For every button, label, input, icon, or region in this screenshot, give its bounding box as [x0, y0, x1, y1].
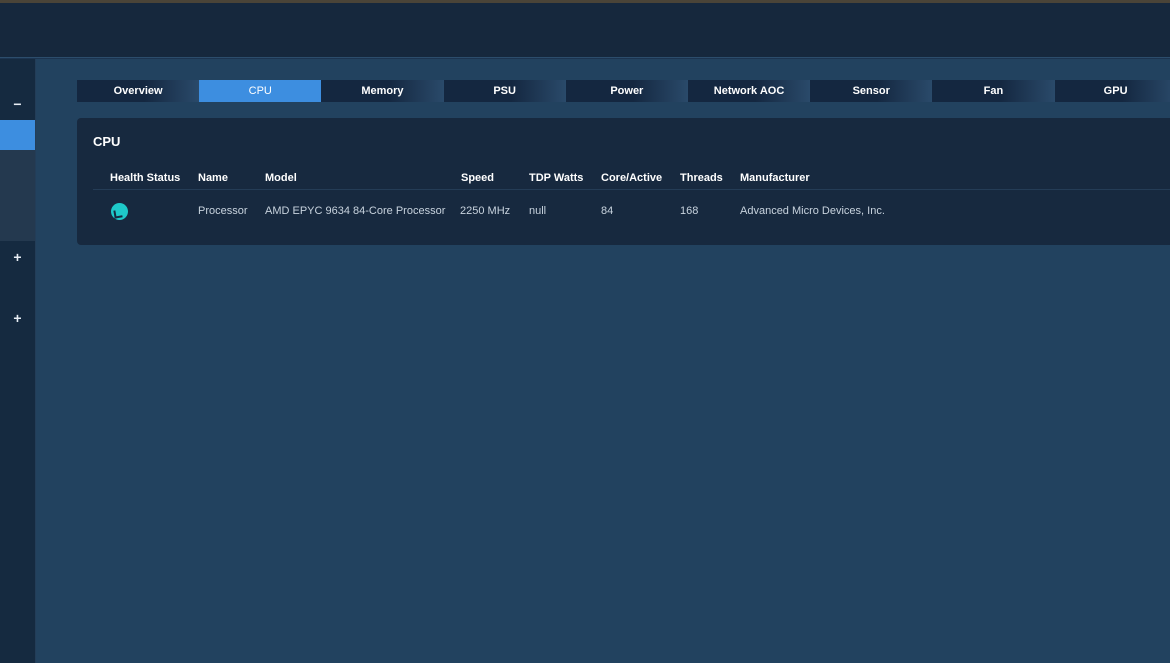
table-header: Health Status Name Model Speed TDP Watts…	[93, 170, 1170, 190]
column-header-tdp-watts[interactable]: TDP Watts	[529, 172, 583, 184]
column-header-health-status[interactable]: Health Status	[110, 172, 180, 184]
cell-core-active: 84	[601, 205, 614, 217]
tab-fan[interactable]: Fan	[932, 80, 1055, 102]
cell-name: Processor	[198, 205, 248, 217]
cell-model: AMD EPYC 9634 84-Core Processor	[265, 205, 446, 217]
sidebar-subpanel	[0, 150, 35, 241]
expand-icon[interactable]: +	[0, 242, 35, 272]
column-header-speed[interactable]: Speed	[461, 172, 494, 184]
column-header-manufacturer[interactable]: Manufacturer	[740, 172, 810, 184]
main-content: Overview CPU Memory PSU Power Network AO…	[36, 59, 1170, 663]
tab-cpu[interactable]: CPU	[199, 80, 322, 102]
column-header-threads[interactable]: Threads	[680, 172, 723, 184]
sidebar-item-active[interactable]	[0, 120, 35, 150]
expand-icon[interactable]: +	[0, 303, 35, 333]
tab-memory[interactable]: Memory	[321, 80, 444, 102]
cpu-card: CPU Health Status Name Model Speed TDP W…	[77, 118, 1170, 245]
tab-overview[interactable]: Overview	[77, 80, 200, 102]
cell-speed: 2250 MHz	[460, 205, 511, 217]
collapse-icon[interactable]: −	[0, 89, 35, 119]
tab-bar: Overview CPU Memory PSU Power Network AO…	[77, 80, 1170, 102]
cell-threads: 168	[680, 205, 699, 217]
health-ok-icon	[111, 203, 128, 220]
cell-tdp-watts: null	[529, 205, 547, 217]
table-row[interactable]: Processor AMD EPYC 9634 84-Core Processo…	[93, 202, 1170, 222]
top-header-bar	[0, 3, 1170, 58]
column-header-core-active[interactable]: Core/Active	[601, 172, 662, 184]
cell-manufacturer: Advanced Micro Devices, Inc.	[740, 205, 885, 217]
tab-network-aoc[interactable]: Network AOC	[687, 80, 811, 102]
tab-psu[interactable]: PSU	[443, 80, 566, 102]
card-title: CPU	[93, 134, 121, 149]
tab-gpu[interactable]: GPU	[1054, 80, 1170, 102]
tab-power[interactable]: Power	[565, 80, 688, 102]
column-header-name[interactable]: Name	[198, 172, 228, 184]
column-header-model[interactable]: Model	[265, 172, 297, 184]
tab-sensor[interactable]: Sensor	[810, 80, 933, 102]
sidebar: − + +	[0, 59, 36, 663]
